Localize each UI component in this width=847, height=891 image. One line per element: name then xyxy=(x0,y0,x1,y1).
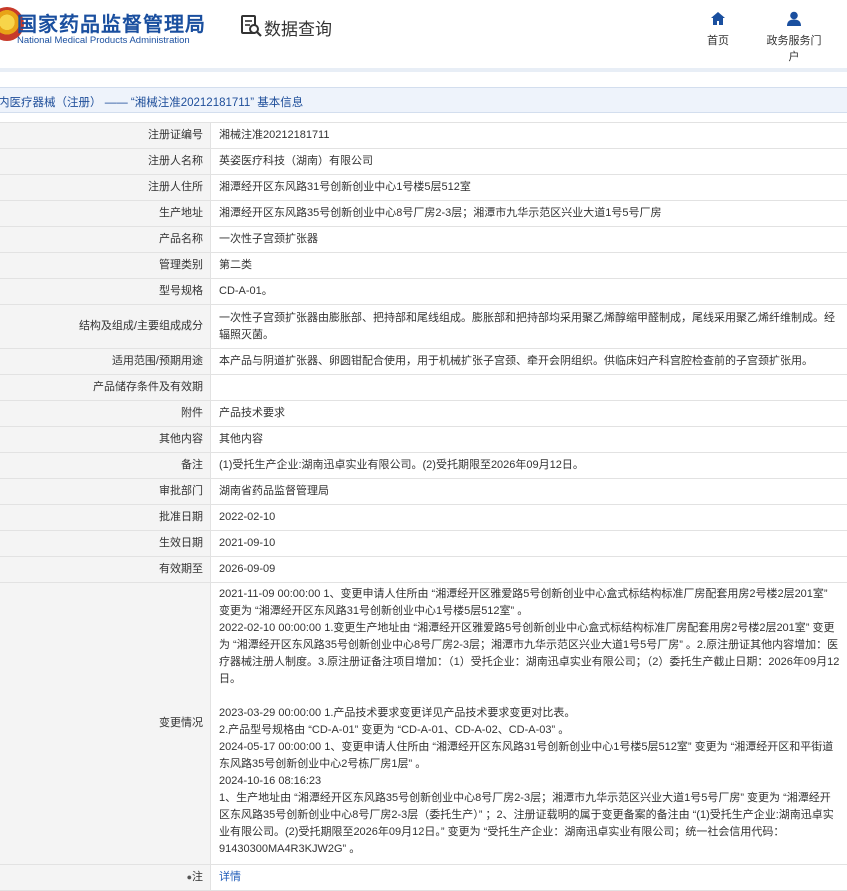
row-value: 一次性子宫颈扩张器由膨胀部、把持部和尾线组成。膨胀部和把持部均采用聚乙烯醇缩甲醛… xyxy=(211,305,847,349)
table-row: 结构及组成/主要组成成分 一次性子宫颈扩张器由膨胀部、把持部和尾线组成。膨胀部和… xyxy=(0,305,847,349)
data-query-title: 数据查询 xyxy=(264,15,332,40)
row-value: 本产品与阴道扩张器、卵圆钳配合使用，用于机械扩张子宫颈、牵开会阴组织。供临床妇产… xyxy=(211,349,847,375)
table-row: 产品名称 一次性子宫颈扩张器 xyxy=(0,227,847,253)
change-entry: 2023-03-29 00:00:00 1.产品技术要求变更详见产品技术要求变更… xyxy=(219,705,841,722)
site-header: 国家药品监督管理局 National Medical Products Admi… xyxy=(0,0,847,68)
row-label: 附件 xyxy=(0,401,211,427)
breadcrumb-text: 内医疗器械（注册） —— “湘械注准20212181711” 基本信息 xyxy=(0,94,303,110)
row-label: 有效期至 xyxy=(0,557,211,583)
table-row: 有效期至 2026-09-09 xyxy=(0,557,847,583)
table-row: 适用范围/预期用途 本产品与阴道扩张器、卵圆钳配合使用，用于机械扩张子宫颈、牵开… xyxy=(0,349,847,375)
row-value: 产品技术要求 xyxy=(211,401,847,427)
change-entry: 2021-11-09 00:00:00 1、变更申请人住所由 “湘潭经开区雅爱路… xyxy=(219,586,841,620)
row-label: 生效日期 xyxy=(0,531,211,557)
row-label: 产品名称 xyxy=(0,227,211,253)
row-label: 注册人名称 xyxy=(0,149,211,175)
table-row: 注册人住所 湘潭经开区东风路31号创新创业中心1号楼5层512室 xyxy=(0,175,847,201)
site-title[interactable]: 国家药品监督管理局 xyxy=(17,8,206,37)
change-entry: 1、生产地址由 “湘潭经开区东风路35号创新创业中心8号厂房2-3层；湘潭市九华… xyxy=(219,790,841,858)
nav-home-label: 首页 xyxy=(707,35,729,47)
row-label: 管理类别 xyxy=(0,253,211,279)
row-label: 批准日期 xyxy=(0,505,211,531)
info-table: 注册证编号 湘械注准20212181711 注册人名称 英姿医疗科技（湖南）有限… xyxy=(0,122,847,891)
user-icon xyxy=(785,10,803,28)
details-link[interactable]: 详情 xyxy=(219,871,241,883)
header-divider xyxy=(0,68,847,72)
row-value: 2021-09-10 xyxy=(211,531,847,557)
row-value: 一次性子宫颈扩张器 xyxy=(211,227,847,253)
table-row: 生产地址 湘潭经开区东风路35号创新创业中心8号厂房2-3层；湘潭市九华示范区兴… xyxy=(0,201,847,227)
row-value: (1)受托生产企业:湖南迅卓实业有限公司。(2)受托期限至2026年09月12日… xyxy=(211,453,847,479)
table-row: 附件 产品技术要求 xyxy=(0,401,847,427)
row-value: 其他内容 xyxy=(211,427,847,453)
row-value: 2022-02-10 xyxy=(211,505,847,531)
change-entry: 2022-02-10 00:00:00 1.变更生产地址由 “湘潭经开区雅爱路5… xyxy=(219,620,841,688)
row-label: 注册证编号 xyxy=(0,123,211,149)
row-label: 生产地址 xyxy=(0,201,211,227)
note-label-cell: ●注 xyxy=(0,865,211,891)
change-entry: 2.产品型号规格由 “CD-A-01” 变更为 “CD-A-01、CD-A-02… xyxy=(219,722,841,739)
note-value: 详情 xyxy=(211,865,847,891)
breadcrumb: 内医疗器械（注册） —— “湘械注准20212181711” 基本信息 xyxy=(0,87,847,113)
row-value: 第二类 xyxy=(211,253,847,279)
nav-gov-portal[interactable]: 政务服务门户 xyxy=(764,10,824,64)
table-row: 注册证编号 湘械注准20212181711 xyxy=(0,123,847,149)
change-entry: 2024-10-16 08:16:23 xyxy=(219,773,841,790)
row-label: 型号规格 xyxy=(0,279,211,305)
row-label: 结构及组成/主要组成成分 xyxy=(0,305,211,349)
row-label: 注册人住所 xyxy=(0,175,211,201)
table-row: 生效日期 2021-09-10 xyxy=(0,531,847,557)
table-row: 批准日期 2022-02-10 xyxy=(0,505,847,531)
table-row: 型号规格 CD-A-01。 xyxy=(0,279,847,305)
home-icon xyxy=(709,10,727,28)
table-row: 产品储存条件及有效期 xyxy=(0,375,847,401)
row-value: 英姿医疗科技（湖南）有限公司 xyxy=(211,149,847,175)
row-label: 审批部门 xyxy=(0,479,211,505)
table-row: 其他内容 其他内容 xyxy=(0,427,847,453)
nav-gov-portal-label: 政务服务门户 xyxy=(767,35,822,63)
row-label: 备注 xyxy=(0,453,211,479)
table-row: 管理类别 第二类 xyxy=(0,253,847,279)
table-row: 备注 (1)受托生产企业:湖南迅卓实业有限公司。(2)受托期限至2026年09月… xyxy=(0,453,847,479)
table-row: 注册人名称 英姿医疗科技（湖南）有限公司 xyxy=(0,149,847,175)
data-query-icon xyxy=(240,14,262,38)
row-value: CD-A-01。 xyxy=(211,279,847,305)
site-subtitle: National Medical Products Administration xyxy=(17,35,190,46)
row-value: 2026-09-09 xyxy=(211,557,847,583)
row-label: 产品储存条件及有效期 xyxy=(0,375,211,401)
change-entry: 2024-05-17 00:00:00 1、变更申请人住所由 “湘潭经开区东风路… xyxy=(219,739,841,773)
row-value: 湘潭经开区东风路35号创新创业中心8号厂房2-3层；湘潭市九华示范区兴业大道1号… xyxy=(211,201,847,227)
row-value: 湘潭经开区东风路31号创新创业中心1号楼5层512室 xyxy=(211,175,847,201)
row-value: 湘械注准20212181711 xyxy=(211,123,847,149)
changes-row: 变更情况 2021-11-09 00:00:00 1、变更申请人住所由 “湘潭经… xyxy=(0,583,847,865)
row-value: 湖南省药品监督管理局 xyxy=(211,479,847,505)
note-label: 注 xyxy=(192,871,203,883)
row-value xyxy=(211,375,847,401)
nav-home[interactable]: 首页 xyxy=(688,10,748,48)
row-label: 适用范围/预期用途 xyxy=(0,349,211,375)
table-row: 审批部门 湖南省药品监督管理局 xyxy=(0,479,847,505)
changes-label: 变更情况 xyxy=(0,583,211,865)
changes-content: 2021-11-09 00:00:00 1、变更申请人住所由 “湘潭经开区雅爱路… xyxy=(211,583,847,865)
row-label: 其他内容 xyxy=(0,427,211,453)
change-spacer xyxy=(219,688,841,705)
note-row: ●注 详情 xyxy=(0,865,847,891)
